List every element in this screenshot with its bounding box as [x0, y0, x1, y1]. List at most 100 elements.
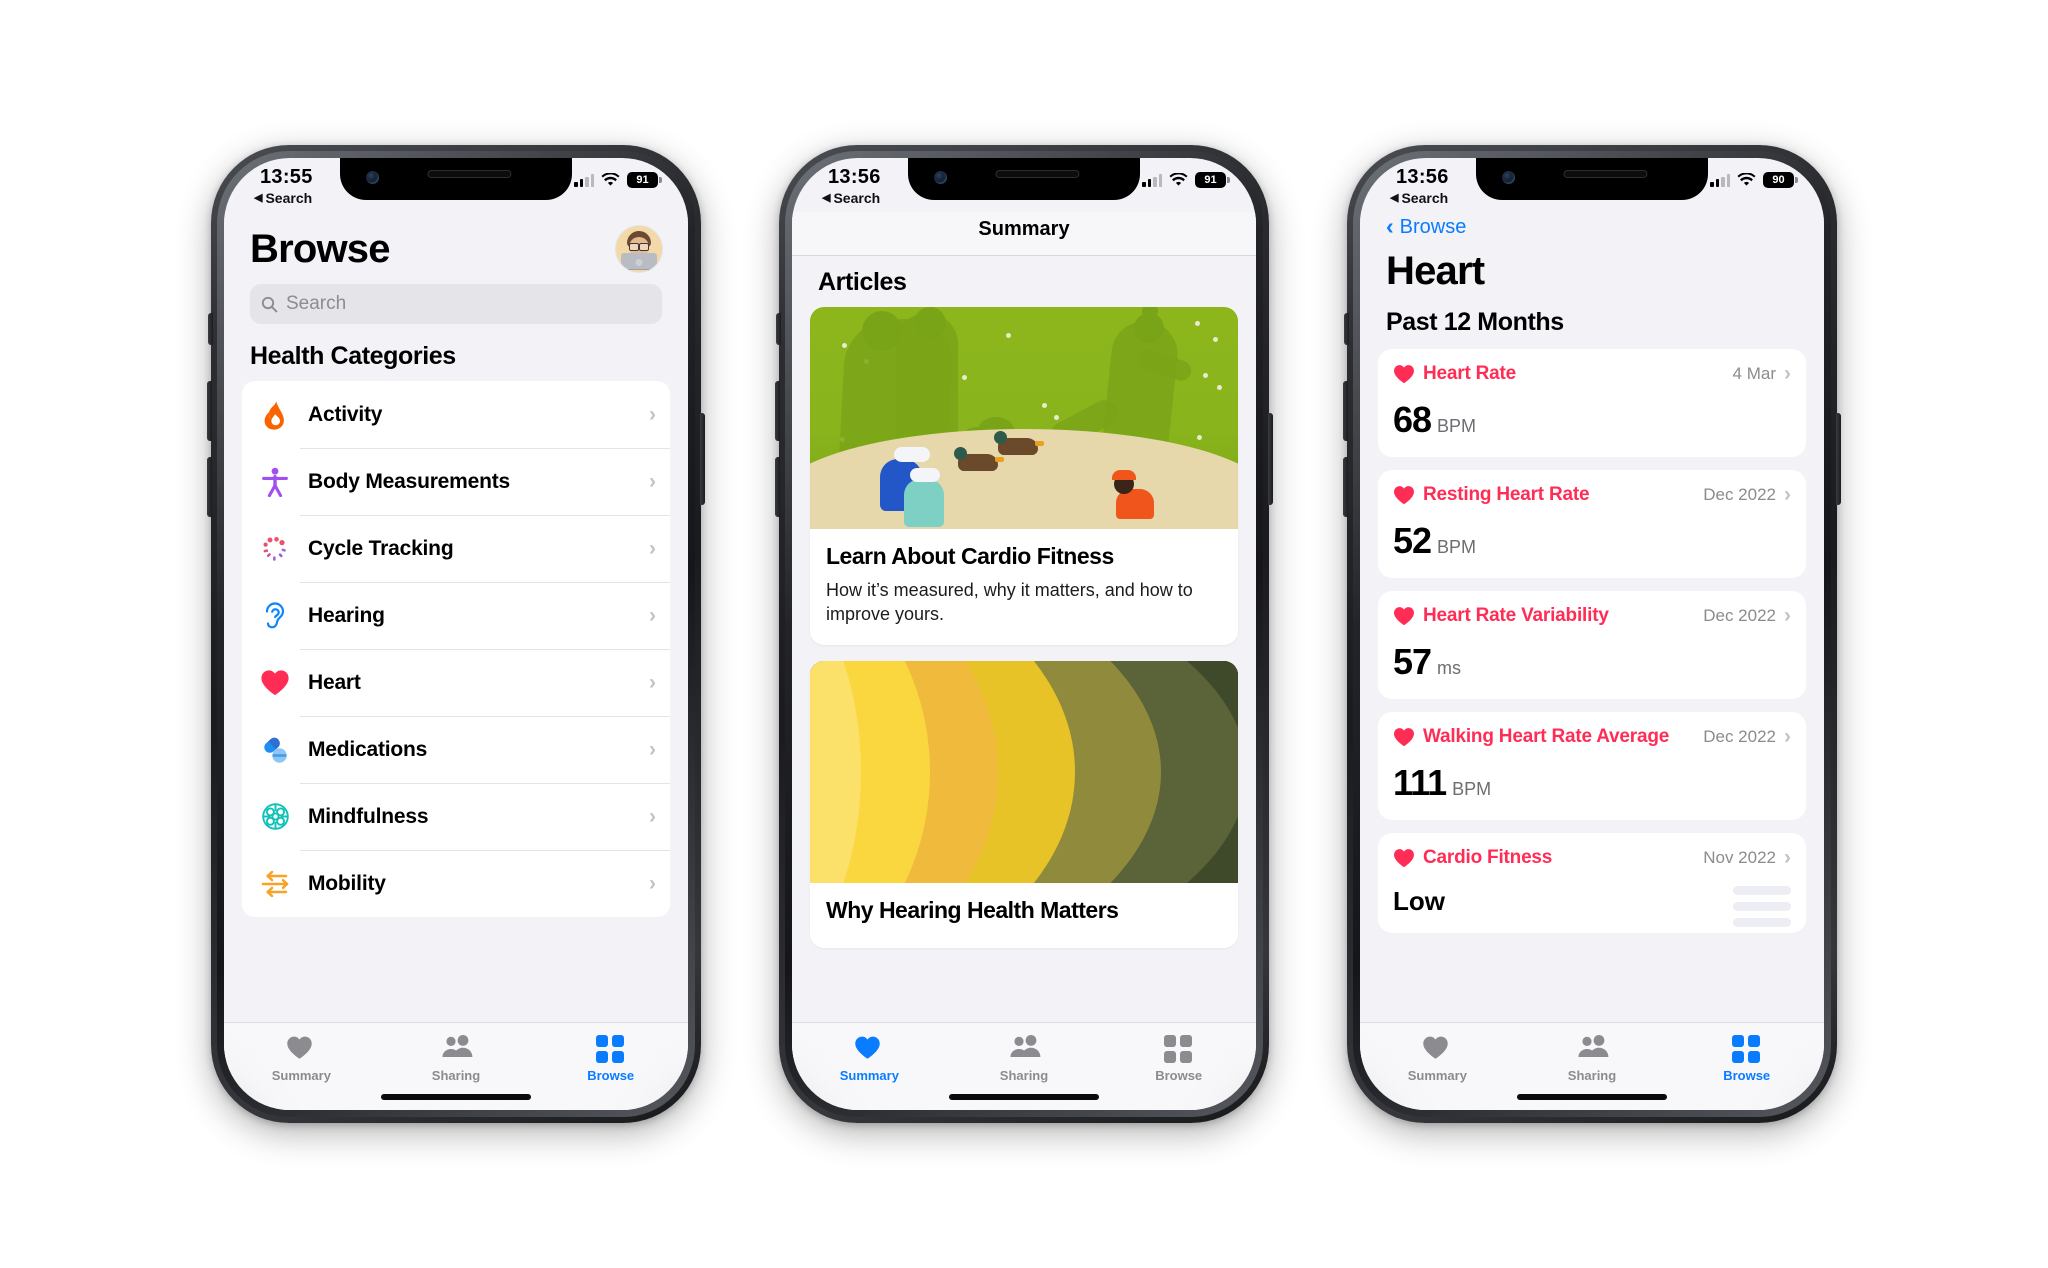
chevron-right-icon: › — [1784, 725, 1791, 748]
heart-metrics-scroll-area[interactable]: Heart Rate 4 Mar › 68 BPM Resting Heart — [1360, 349, 1824, 1022]
screen-browse: 13:55 ◀ Search 91 Browse Search Health C… — [224, 158, 688, 1110]
metric-date: Nov 2022 — [1703, 848, 1776, 867]
metric-unit: BPM — [1437, 537, 1477, 557]
category-row-hearing[interactable]: Hearing › — [242, 582, 670, 649]
article-title: Why Hearing Health Matters — [826, 896, 1119, 923]
metric-card-walking-heart-rate-average[interactable]: Walking Heart Rate Average Dec 2022 › 11… — [1378, 712, 1806, 820]
silent-switch[interactable] — [1344, 313, 1349, 345]
tab-summary[interactable]: Summary — [224, 1035, 379, 1083]
status-back-label: Search — [1401, 190, 1449, 206]
tab-sharing[interactable]: Sharing — [379, 1035, 534, 1083]
page-title: Heart — [1386, 249, 1485, 293]
status-back-label: Search — [833, 190, 881, 206]
phone-browse: 13:55 ◀ Search 91 Browse Search Health C… — [207, 145, 705, 1123]
volume-down-button[interactable] — [1343, 457, 1348, 517]
status-back-to-app[interactable]: ◀ Search — [1390, 191, 1449, 205]
category-row-activity[interactable]: Activity › — [242, 381, 670, 448]
tab-label: Sharing — [1567, 1068, 1617, 1083]
category-row-cycle-tracking[interactable]: Cycle Tracking › — [242, 515, 670, 582]
search-input[interactable]: Search — [250, 284, 662, 324]
category-row-body-measurements[interactable]: Body Measurements › — [242, 448, 670, 515]
triangle-left-icon: ◀ — [822, 191, 831, 204]
category-row-mobility[interactable]: Mobility › — [242, 850, 670, 917]
wifi-icon — [1737, 173, 1756, 186]
tab-summary[interactable]: Summary — [792, 1035, 947, 1083]
page-title: Browse — [250, 226, 391, 271]
home-indicator[interactable] — [381, 1094, 531, 1100]
user-avatar[interactable] — [616, 226, 662, 272]
notch — [1476, 158, 1708, 200]
metric-value: 111 — [1393, 762, 1447, 803]
metric-name: Cardio Fitness — [1423, 847, 1553, 868]
tab-summary[interactable]: Summary — [1360, 1035, 1515, 1083]
summary-scroll-area[interactable]: Articles Learn About Cardio Fitness How … — [792, 256, 1256, 1022]
status-back-to-app[interactable]: ◀ Search — [822, 191, 881, 205]
volume-up-button[interactable] — [207, 381, 212, 441]
category-row-heart[interactable]: Heart › — [242, 649, 670, 716]
tab-sharing[interactable]: Sharing — [947, 1035, 1102, 1083]
home-indicator[interactable] — [1517, 1094, 1667, 1100]
volume-down-button[interactable] — [207, 457, 212, 517]
article-card-hearing-health[interactable]: Why Hearing Health Matters — [810, 660, 1238, 948]
volume-down-button[interactable] — [775, 457, 780, 517]
screen-summary: 13:56 ◀ Search 91 Summary Articles Learn… — [792, 158, 1256, 1110]
category-label: Hearing — [308, 603, 385, 627]
tab-bar: Summary Sharing Browse — [792, 1022, 1256, 1110]
category-label: Heart — [308, 670, 361, 694]
tab-browse[interactable]: Browse — [533, 1035, 688, 1083]
back-button-browse[interactable]: ‹ Browse — [1360, 212, 1824, 241]
triangle-left-icon: ◀ — [1390, 191, 1399, 204]
signal-bars-icon — [574, 173, 594, 187]
status-back-to-app[interactable]: ◀ Search — [254, 191, 313, 205]
browse-header: Browse — [224, 212, 688, 272]
metric-value: 68 — [1393, 399, 1432, 440]
section-title-health-categories: Health Categories — [250, 342, 456, 370]
tab-browse[interactable]: Browse — [1101, 1035, 1256, 1083]
power-button[interactable] — [700, 413, 705, 505]
metric-card-resting-heart-rate[interactable]: Resting Heart Rate Dec 2022 › 52 BPM — [1378, 470, 1806, 578]
tab-browse[interactable]: Browse — [1669, 1035, 1824, 1083]
front-camera-icon — [366, 171, 379, 184]
section-title-past-12-months: Past 12 Months — [1386, 308, 1564, 336]
wifi-icon — [1169, 173, 1188, 186]
figure-teal — [904, 468, 944, 527]
article-card-cardio-fitness[interactable]: Learn About Cardio Fitness How it’s meas… — [810, 307, 1238, 645]
battery-indicator: 90 — [1763, 172, 1798, 188]
home-indicator[interactable] — [949, 1094, 1099, 1100]
grid-tab-icon — [595, 1035, 626, 1063]
metric-date: Dec 2022 — [1703, 727, 1776, 746]
tab-sharing[interactable]: Sharing — [1515, 1035, 1670, 1083]
chevron-right-icon: › — [649, 536, 656, 560]
heart-tab-icon — [1422, 1035, 1452, 1061]
metric-card-heart-rate[interactable]: Heart Rate 4 Mar › 68 BPM — [1378, 349, 1806, 457]
notch — [908, 158, 1140, 200]
volume-up-button[interactable] — [1343, 381, 1348, 441]
people-tab-icon — [441, 1035, 473, 1061]
summary-page: Summary Articles Learn About Cardio Fitn… — [792, 212, 1256, 1110]
section-title-articles: Articles — [818, 268, 907, 296]
metric-card-cardio-fitness[interactable]: Cardio Fitness Nov 2022 › Low — [1378, 833, 1806, 933]
category-row-medications[interactable]: Medications › — [242, 716, 670, 783]
body-figure-icon — [258, 465, 292, 499]
chevron-right-icon: › — [649, 670, 656, 694]
power-button[interactable] — [1268, 413, 1273, 505]
chevron-right-icon: › — [1784, 604, 1791, 627]
heart-icon — [1394, 607, 1414, 626]
silent-switch[interactable] — [776, 313, 781, 345]
metric-card-heart-rate-variability[interactable]: Heart Rate Variability Dec 2022 › 57 ms — [1378, 591, 1806, 699]
earpiece-speaker — [995, 170, 1080, 178]
metric-value: 52 — [1393, 520, 1432, 561]
grid-tab-icon — [1731, 1035, 1762, 1063]
category-row-mindfulness[interactable]: Mindfulness › — [242, 783, 670, 850]
tab-label: Summary — [271, 1068, 331, 1083]
people-tab-icon — [1009, 1035, 1041, 1061]
silent-switch[interactable] — [208, 313, 213, 345]
tab-label: Browse — [1723, 1068, 1771, 1083]
volume-up-button[interactable] — [775, 381, 780, 441]
tab-label: Sharing — [431, 1068, 481, 1083]
arrows-icon — [258, 867, 292, 901]
park-silhouettes-illustration — [810, 307, 1238, 529]
status-back-label: Search — [265, 190, 313, 206]
phone-summary: 13:56 ◀ Search 91 Summary Articles Learn… — [775, 145, 1273, 1123]
power-button[interactable] — [1836, 413, 1841, 505]
